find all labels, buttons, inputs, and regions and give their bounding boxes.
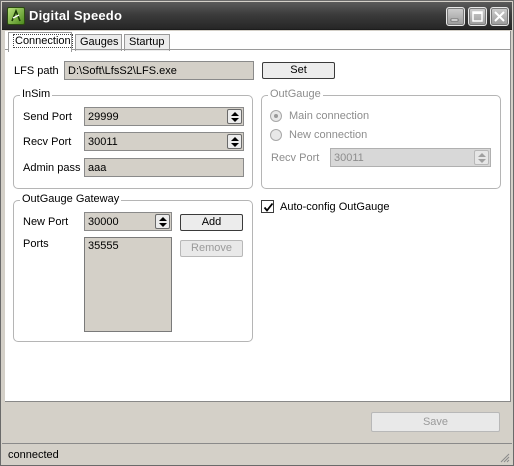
- remove-button[interactable]: Remove: [180, 240, 243, 257]
- new-connection-radio[interactable]: [270, 129, 282, 141]
- auto-config-checkbox[interactable]: [261, 200, 274, 213]
- maximize-icon: [472, 11, 483, 22]
- save-button[interactable]: Save: [371, 412, 500, 432]
- recv-port-spinner[interactable]: [227, 134, 242, 149]
- add-button[interactable]: Add: [180, 214, 243, 231]
- new-port-spinner[interactable]: [155, 214, 170, 229]
- lfs-path-label: LFS path: [14, 65, 59, 77]
- maximize-button[interactable]: [468, 7, 487, 26]
- checkmark-icon: [263, 202, 274, 212]
- window-title: Digital Speedo: [29, 8, 123, 23]
- og-recv-port-value: 30011: [334, 152, 364, 164]
- og-recv-port-field[interactable]: 30011: [330, 148, 491, 167]
- lfs-path-field[interactable]: D:\Soft\LfsS2\LFS.exe: [64, 61, 254, 80]
- connection-panel: LFS path D:\Soft\LfsS2\LFS.exe Set InSim…: [5, 49, 510, 401]
- admin-pass-field[interactable]: aaa: [84, 158, 244, 177]
- status-text: connected: [8, 449, 59, 461]
- send-port-label: Send Port: [23, 111, 72, 123]
- footer-bar: Save: [5, 402, 511, 442]
- close-button[interactable]: [490, 7, 509, 26]
- new-port-field[interactable]: 30000: [84, 212, 172, 231]
- admin-pass-label: Admin pass: [23, 162, 81, 174]
- ports-label: Ports: [23, 238, 49, 250]
- new-connection-label: New connection: [289, 129, 368, 141]
- insim-group-title: InSim: [20, 88, 53, 100]
- auto-config-label: Auto-config OutGauge: [280, 201, 390, 213]
- set-button[interactable]: Set: [262, 62, 335, 79]
- recv-port-label: Recv Port: [23, 136, 72, 148]
- send-port-value: 29999: [88, 111, 119, 123]
- outgauge-group-title: OutGauge: [268, 88, 323, 100]
- og-recv-port-label: Recv Port: [271, 152, 320, 164]
- recv-port-value: 30011: [88, 136, 118, 148]
- main-panel: Connection Gauges Startup LFS path D:\So…: [5, 31, 511, 402]
- resize-grip-icon[interactable]: [498, 451, 510, 463]
- status-bar: connected: [2, 443, 512, 465]
- list-item[interactable]: 35555: [88, 240, 168, 252]
- app-window: Digital Speedo Connection Gauges Startup…: [0, 0, 514, 466]
- new-port-value: 30000: [88, 216, 119, 228]
- gateway-group-title: OutGauge Gateway: [20, 193, 122, 205]
- recv-port-field[interactable]: 30011: [84, 132, 244, 151]
- title-bar[interactable]: Digital Speedo: [2, 2, 512, 30]
- main-connection-label: Main connection: [289, 110, 370, 122]
- close-icon: [494, 11, 505, 22]
- tab-connection[interactable]: Connection: [8, 32, 73, 52]
- new-port-label: New Port: [23, 216, 69, 228]
- og-recv-port-spinner[interactable]: [474, 150, 489, 165]
- minimize-icon: [450, 18, 459, 22]
- ports-list[interactable]: 35555: [84, 237, 172, 332]
- send-port-spinner[interactable]: [227, 109, 242, 124]
- main-connection-radio[interactable]: [270, 110, 282, 122]
- minimize-button[interactable]: [446, 7, 465, 26]
- speedo-app-icon[interactable]: [7, 7, 25, 25]
- send-port-field[interactable]: 29999: [84, 107, 244, 126]
